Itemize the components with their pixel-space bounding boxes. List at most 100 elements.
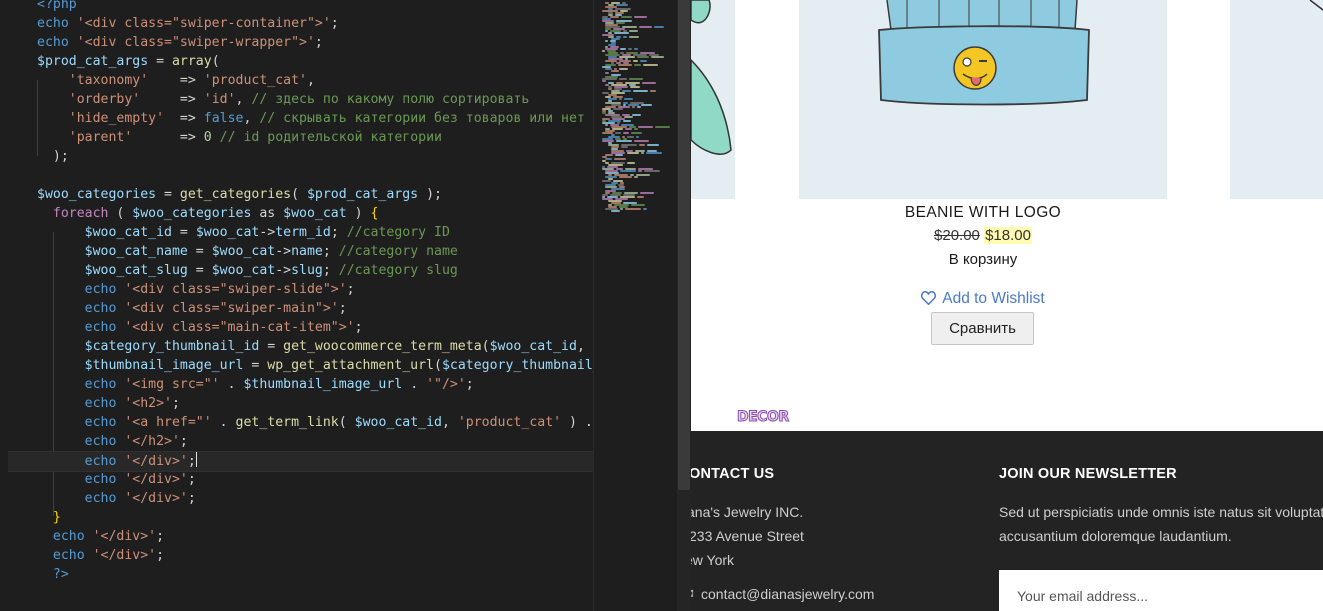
shirt-illustration-icon (691, 0, 732, 155)
minimap-line (625, 208, 641, 210)
minimap-line (605, 158, 612, 160)
minimap-line (613, 108, 623, 110)
code-line[interactable]: 'hide_empty' => false, // скрывать катег… (0, 109, 585, 128)
code-line[interactable]: <?php (0, 0, 77, 14)
code-line[interactable]: $woo_cat_name = $woo_cat->name; //catego… (0, 242, 458, 261)
product-image-beanie[interactable] (799, 0, 1167, 199)
minimap-line (619, 176, 632, 178)
vertical-scrollbar[interactable] (677, 0, 691, 611)
code-line[interactable]: echo '</div>'; (0, 489, 196, 508)
code-line[interactable]: echo '<div class="main-cat-item">'; (0, 318, 363, 337)
code-line[interactable]: echo '</div>'; (0, 527, 164, 546)
code-line[interactable]: $thumbnail_image_url = wp_get_attachment… (0, 356, 593, 375)
add-to-wishlist-link[interactable]: Add to Wishlist (800, 290, 1166, 308)
minimap-line (621, 16, 632, 18)
code-line[interactable]: echo '<div class="swiper-main">'; (0, 299, 347, 318)
minimap-line (632, 114, 641, 116)
minimap-line (634, 16, 647, 18)
minimap-line (623, 120, 631, 122)
code-token: echo (84, 301, 125, 316)
add-to-cart-link[interactable]: В корзину (800, 251, 1166, 268)
contact-heading: ONTACT US (691, 466, 775, 482)
code-line[interactable] (0, 166, 37, 185)
code-token: ; (156, 529, 165, 544)
code-line[interactable]: echo '</div>'; (0, 546, 164, 565)
code-token: , (576, 339, 593, 354)
code-token: echo (84, 377, 125, 392)
code-token: // здесь по какому полю сортировать (251, 92, 530, 107)
brand-logo[interactable]: DECOR (737, 409, 790, 426)
code-token: wp_get_attachment_url (267, 358, 434, 373)
code-line[interactable]: 'taxonomy' => 'product_cat', (0, 71, 315, 90)
minimap-line (630, 86, 640, 88)
code-line[interactable]: echo '<a href="' . get_term_link( $woo_c… (0, 413, 593, 432)
code-line[interactable]: echo '</h2>'; (0, 432, 188, 451)
minimap[interactable] (593, 0, 678, 611)
minimap-line (641, 104, 652, 106)
code-token: ; (187, 454, 196, 469)
code-line[interactable]: echo '<div class="swiper-container">'; (0, 14, 339, 33)
code-line[interactable]: foreach ( $woo_categories as $woo_cat ) … (0, 204, 379, 223)
price-row: $20.00 $18.00 (800, 227, 1166, 244)
code-line[interactable]: $woo_categories = get_categories( $prod_… (0, 185, 442, 204)
code-line[interactable]: ?> (0, 565, 69, 584)
code-token: '<div class="swiper-main">' (124, 301, 339, 316)
heart-icon (921, 290, 937, 306)
code-token: ; (346, 282, 355, 297)
code-line[interactable]: echo '<div class="swiper-slide">'; (0, 280, 355, 299)
product-image-left[interactable] (691, 0, 735, 199)
code-token: $woo_cat_id (354, 415, 442, 430)
code-line[interactable]: echo '</div>'; (8, 451, 593, 472)
code-token: as (251, 206, 284, 221)
code-line[interactable]: echo '<h2>'; (0, 394, 180, 413)
product-image-right[interactable] (1230, 0, 1323, 199)
minimap-line (619, 98, 622, 100)
minimap-line (616, 140, 632, 142)
newsletter-email-input[interactable] (999, 570, 1323, 611)
minimap-line (655, 126, 670, 128)
code-line[interactable]: $prod_cat_args = array( (0, 52, 220, 71)
code-line[interactable]: ); (0, 147, 69, 166)
code-token: $thumbnail_image_url (243, 377, 403, 392)
minimap-line (614, 32, 629, 34)
code-line[interactable]: echo '<div class="swiper-wrapper">'; (0, 33, 323, 52)
minimap-line (646, 152, 662, 154)
code-line[interactable]: echo '</div>'; (0, 470, 196, 489)
code-token: $woo_cat (195, 225, 260, 240)
code-token: ( (434, 358, 442, 373)
code-token: $woo_cat_id (84, 225, 172, 240)
code-token: ; (465, 377, 474, 392)
code-line[interactable]: 'orderby' => 'id', // здесь по какому по… (0, 90, 530, 109)
code-line[interactable]: $woo_cat_slug = $woo_cat->slug; //catego… (0, 261, 458, 280)
code-token: $woo_categories (132, 206, 252, 221)
code-line[interactable]: $woo_cat_id = $woo_cat->term_id; //categ… (0, 223, 450, 242)
code-token: echo (37, 16, 77, 31)
code-token: => (132, 130, 204, 145)
code-line[interactable]: $category_thumbnail_id = get_woocommerce… (0, 337, 593, 356)
contact-email-link[interactable]: contact@dianasjewelry.com (701, 586, 874, 602)
code-token: 'orderby' (68, 92, 141, 107)
code-line[interactable]: echo '<img src="' . $thumbnail_image_url… (0, 375, 474, 394)
code-token: get_categories (179, 187, 292, 202)
compare-button[interactable]: Сравнить (931, 312, 1034, 345)
code-token: = (156, 187, 180, 202)
minimap-line (631, 132, 642, 134)
code-line[interactable]: 'parent' => 0 // id родительской категор… (0, 128, 442, 147)
minimap-line (611, 210, 620, 212)
scrollbar-thumb[interactable] (678, 0, 690, 490)
code-token: echo (84, 320, 125, 335)
code-line[interactable]: } (0, 508, 61, 527)
code-token: = (148, 54, 172, 69)
code-token: //category ID (346, 225, 450, 240)
code-editor[interactable]: <?php echo '<div class="swiper-container"… (0, 0, 593, 611)
code-token: $woo_categories (37, 187, 157, 202)
product-title[interactable]: BEANIE WITH LOGO (800, 204, 1166, 222)
minimap-line (627, 152, 639, 154)
